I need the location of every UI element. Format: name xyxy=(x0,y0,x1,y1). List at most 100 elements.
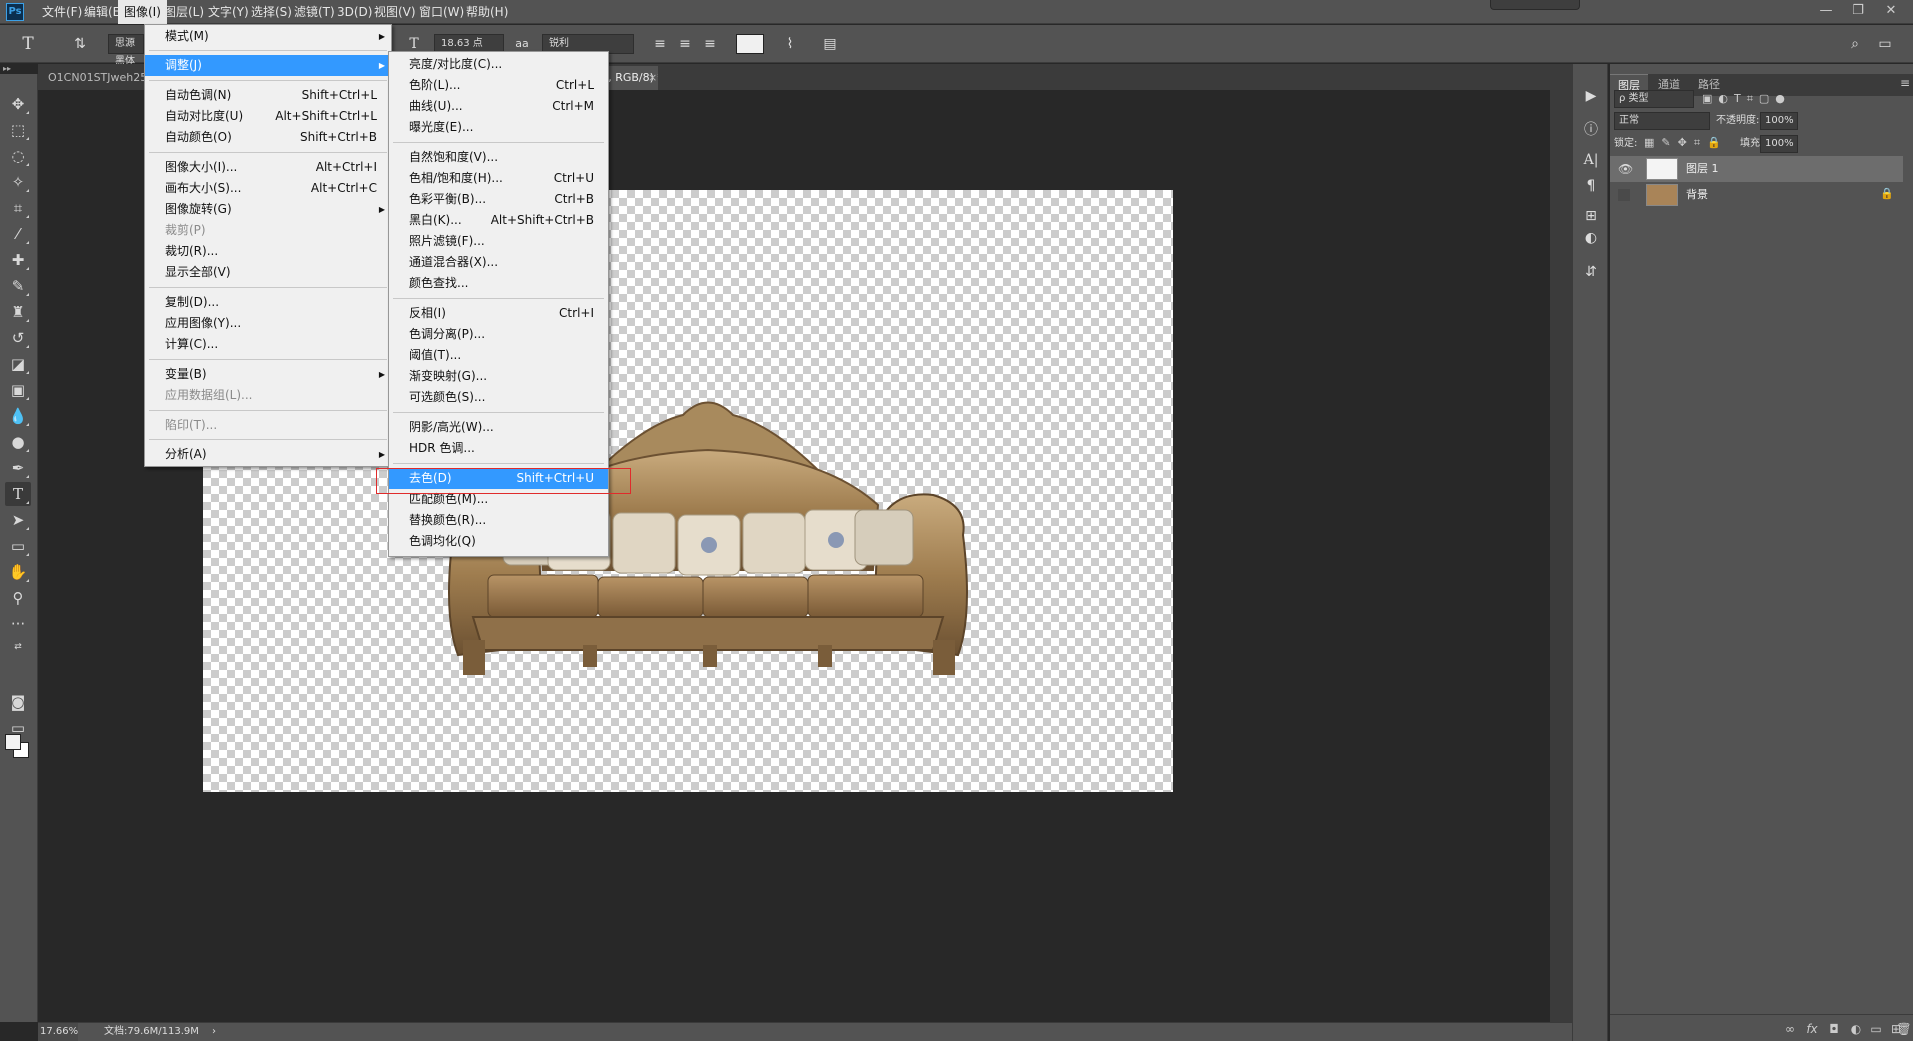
menu-item-adjustments[interactable]: 调整(J) ▶ xyxy=(145,55,391,76)
menu-item-color-lookup[interactable]: 颜色查找... xyxy=(389,273,608,294)
healing-brush-tool-icon[interactable]: ✚ xyxy=(5,248,31,272)
menu-item-mode[interactable]: 模式(M) ▶ xyxy=(145,26,391,47)
restore-button[interactable]: ❐ xyxy=(1843,0,1873,24)
fill-input[interactable]: 100% xyxy=(1760,135,1798,153)
menu-item-exposure[interactable]: 曝光度(E)... xyxy=(389,117,608,138)
blur-tool-icon[interactable]: 💧 xyxy=(5,404,31,428)
minimize-button[interactable]: — xyxy=(1811,0,1841,24)
menu-item-replace-color[interactable]: 替换颜色(R)... xyxy=(389,510,608,531)
eraser-tool-icon[interactable]: ◪ xyxy=(5,352,31,376)
menu-item-equalize[interactable]: 色调均化(Q) xyxy=(389,531,608,552)
menu-item-hue-saturation[interactable]: 色相/饱和度(H)... Ctrl+U xyxy=(389,168,608,189)
menu-item-threshold[interactable]: 阈值(T)... xyxy=(389,345,608,366)
menu-item-shadows-highlights[interactable]: 阴影/高光(W)... xyxy=(389,417,608,438)
menu-help[interactable]: 帮助(H) xyxy=(460,0,514,24)
path-selection-tool-icon[interactable]: ➤ xyxy=(5,508,31,532)
properties-icon[interactable]: ⇵ xyxy=(1579,260,1603,284)
libraries-icon[interactable]: ⊞ xyxy=(1579,204,1603,228)
menu-item-channel-mixer[interactable]: 通道混合器(X)... xyxy=(389,252,608,273)
clone-stamp-tool-icon[interactable]: ♜ xyxy=(5,300,31,324)
info-icon[interactable]: ⓘ xyxy=(1579,118,1603,142)
menu-item-calculations[interactable]: 计算(C)... xyxy=(145,334,391,355)
menu-item-canvas-size[interactable]: 画布大小(S)... Alt+Ctrl+C xyxy=(145,178,391,199)
history-brush-tool-icon[interactable]: ↺ xyxy=(5,326,31,350)
paragraph-icon[interactable]: ¶ xyxy=(1579,174,1603,198)
screen-mode-icon[interactable]: ▭ xyxy=(5,716,31,740)
quick-mask-icon[interactable]: ◙ xyxy=(5,690,31,714)
marquee-tool-icon[interactable]: ⬚ xyxy=(5,118,31,142)
more-tools-icon[interactable]: ··· xyxy=(5,612,31,636)
visibility-eye-icon[interactable]: 👁 xyxy=(1618,156,1633,182)
menu-item-gradient-map[interactable]: 渐变映射(G)... xyxy=(389,366,608,387)
gradient-tool-icon[interactable]: ▣ xyxy=(5,378,31,402)
crop-tool-icon[interactable]: ⌗ xyxy=(5,196,31,220)
menu-item-photo-filter[interactable]: 照片滤镜(F)... xyxy=(389,231,608,252)
blend-mode-select[interactable]: 正常 xyxy=(1614,112,1710,130)
orientation-toggle-icon[interactable]: ⇅ xyxy=(70,34,90,54)
search-icon[interactable]: ⌕ xyxy=(1845,34,1865,54)
menu-item-auto-color[interactable]: 自动颜色(O) Shift+Ctrl+B xyxy=(145,127,391,148)
rectangle-tool-icon[interactable]: ▭ xyxy=(5,534,31,558)
close-button[interactable]: ✕ xyxy=(1876,0,1906,24)
text-color-swatch[interactable] xyxy=(736,34,764,54)
swap-colors-icon[interactable]: ⇄ xyxy=(5,640,31,654)
menu-item-posterize[interactable]: 色调分离(P)... xyxy=(389,324,608,345)
status-menu-arrow-icon[interactable]: › xyxy=(212,1023,216,1041)
menu-item-invert[interactable]: 反相(I) Ctrl+I xyxy=(389,303,608,324)
type-tool-preset-icon[interactable]: T xyxy=(18,34,38,54)
menu-item-levels[interactable]: 色阶(L)... Ctrl+L xyxy=(389,75,608,96)
brush-tool-icon[interactable]: ✎ xyxy=(5,274,31,298)
magic-wand-tool-icon[interactable]: ✧ xyxy=(5,170,31,194)
adjustment-layer-icon[interactable]: ◐ xyxy=(1846,1019,1866,1039)
pen-tool-icon[interactable]: ✒ xyxy=(5,456,31,480)
character-icon[interactable]: A| xyxy=(1579,148,1603,172)
menu-item-trim[interactable]: 裁切(R)... xyxy=(145,241,391,262)
align-left-icon[interactable]: ≡ xyxy=(650,34,670,54)
align-center-icon[interactable]: ≡ xyxy=(675,34,695,54)
new-group-icon[interactable]: ▭ xyxy=(1866,1019,1886,1039)
align-right-icon[interactable]: ≡ xyxy=(700,34,720,54)
toolbar-collapse-icon[interactable]: ▸▸ xyxy=(0,64,38,74)
menu-item-auto-contrast[interactable]: 自动对比度(U) Alt+Shift+Ctrl+L xyxy=(145,106,391,127)
menu-item-selective-color[interactable]: 可选颜色(S)... xyxy=(389,387,608,408)
dodge-tool-icon[interactable]: ● xyxy=(5,430,31,454)
menu-item-auto-tone[interactable]: 自动色调(N) Shift+Ctrl+L xyxy=(145,85,391,106)
move-tool-icon[interactable]: ✥ xyxy=(5,92,31,116)
lock-icons[interactable]: ▦✎✥⌗🔒 xyxy=(1644,136,1728,150)
lasso-tool-icon[interactable]: ◌ xyxy=(5,144,31,168)
menu-item-hdr-toning[interactable]: HDR 色调... xyxy=(389,438,608,459)
menu-item-color-balance[interactable]: 色彩平衡(B)... Ctrl+B xyxy=(389,189,608,210)
link-layers-icon[interactable]: ∞ xyxy=(1780,1019,1800,1039)
menu-item-duplicate[interactable]: 复制(D)... xyxy=(145,292,391,313)
zoom-level[interactable]: 17.66% xyxy=(38,1023,78,1041)
layer-filter-icons[interactable]: ▣◐T⌗▢● xyxy=(1702,92,1791,106)
menu-item-brightness-contrast[interactable]: 亮度/对比度(C)... xyxy=(389,54,608,75)
menu-item-image-rotation[interactable]: 图像旋转(G) ▶ xyxy=(145,199,391,220)
menu-item-reveal-all[interactable]: 显示全部(V) xyxy=(145,262,391,283)
menu-item-image-size[interactable]: 图像大小(I)... Alt+Ctrl+I xyxy=(145,157,391,178)
menu-item-variables[interactable]: 变量(B) ▶ xyxy=(145,364,391,385)
layer-style-icon[interactable]: fx xyxy=(1802,1019,1822,1039)
menu-item-apply-image[interactable]: 应用图像(Y)... xyxy=(145,313,391,334)
warp-text-icon[interactable]: ⌇ xyxy=(780,34,800,54)
panel-menu-icon[interactable]: ≡ xyxy=(1900,76,1910,90)
menu-item-vibrance[interactable]: 自然饱和度(V)... xyxy=(389,147,608,168)
type-tool-icon[interactable]: T xyxy=(5,482,31,506)
adjustments-icon[interactable]: ◐ xyxy=(1579,226,1603,250)
add-mask-icon[interactable]: ◘ xyxy=(1824,1019,1844,1039)
character-panel-icon[interactable]: ▤ xyxy=(820,34,840,54)
hand-tool-icon[interactable]: ✋ xyxy=(5,560,31,584)
font-family-select[interactable]: 思源黑体 xyxy=(108,34,144,67)
workspace-icon[interactable]: ▭ xyxy=(1875,34,1895,54)
eyedropper-tool-icon[interactable]: ⁄ xyxy=(5,222,31,246)
visibility-toggle[interactable] xyxy=(1618,189,1630,201)
layer-row[interactable]: 背景 🔒 xyxy=(1610,182,1903,208)
layer-filter-select[interactable]: ρ 类型 xyxy=(1614,90,1694,108)
document-tab-close-icon[interactable]: × xyxy=(648,66,657,90)
opacity-input[interactable]: 100% xyxy=(1760,112,1798,130)
delete-layer-icon[interactable]: 🗑 xyxy=(1894,1019,1913,1039)
document-tab-inactive[interactable]: O1CN01STJweh25F xyxy=(38,66,148,90)
menu-item-black-white[interactable]: 黑白(K)... Alt+Shift+Ctrl+B xyxy=(389,210,608,231)
vertical-scrollbar[interactable] xyxy=(1550,64,1572,1022)
actions-play-icon[interactable]: ▶ xyxy=(1579,84,1603,108)
